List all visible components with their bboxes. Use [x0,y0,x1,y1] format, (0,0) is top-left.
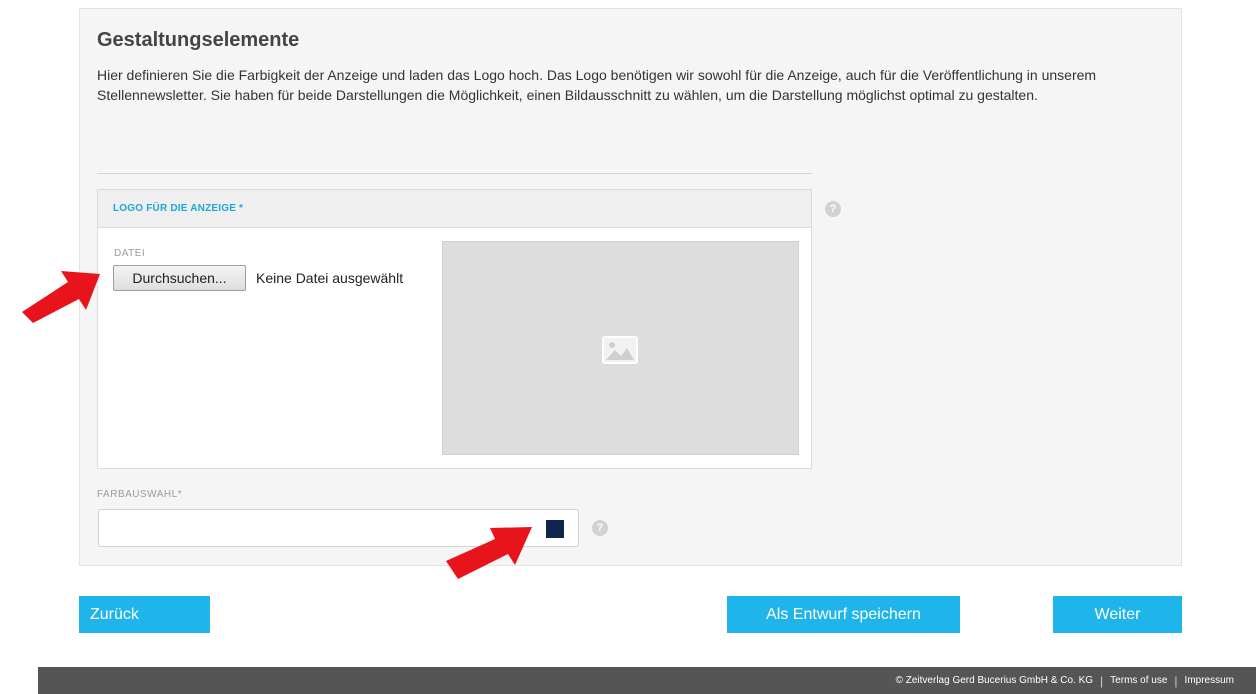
color-help-icon[interactable]: ? [592,520,608,536]
no-file-selected-text: Keine Datei ausgewählt [256,270,404,286]
arrow-shape [446,527,532,579]
image-placeholder-icon [602,336,638,364]
color-swatch[interactable] [546,520,564,538]
browse-file-button[interactable]: Durchsuchen... [113,265,246,291]
terms-of-use-link[interactable]: Terms of use [1110,675,1167,686]
footer-separator: | [1174,673,1178,688]
footer: © Zeitverlag Gerd Bucerius GmbH & Co. KG… [38,667,1256,694]
section-intro-text: Hier definieren Sie die Farbigkeit der A… [97,67,1097,103]
impressum-link[interactable]: Impressum [1185,675,1234,686]
next-button[interactable]: Weiter [1053,596,1182,633]
logo-box-header: LOGO FÜR DIE ANZEIGE * [98,190,811,228]
color-selection-label: FARBAUSWAHL* [97,489,183,500]
divider [97,173,812,174]
footer-separator: | [1100,673,1104,688]
footer-copyright: © Zeitverlag Gerd Bucerius GmbH & Co. KG [895,675,1094,686]
save-draft-button[interactable]: Als Entwurf speichern [727,596,960,633]
logo-upload-box: LOGO FÜR DIE ANZEIGE * DATEI Durchsuchen… [97,189,812,469]
section-title: Gestaltungselemente [97,29,300,51]
logo-preview [442,241,799,455]
annotation-arrow-color [446,527,532,579]
file-label: DATEI [114,248,146,259]
annotation-arrow-browse [22,271,100,323]
logo-help-icon[interactable]: ? [825,201,841,217]
back-button[interactable]: Zurück [79,596,210,633]
arrow-shape [22,271,100,323]
